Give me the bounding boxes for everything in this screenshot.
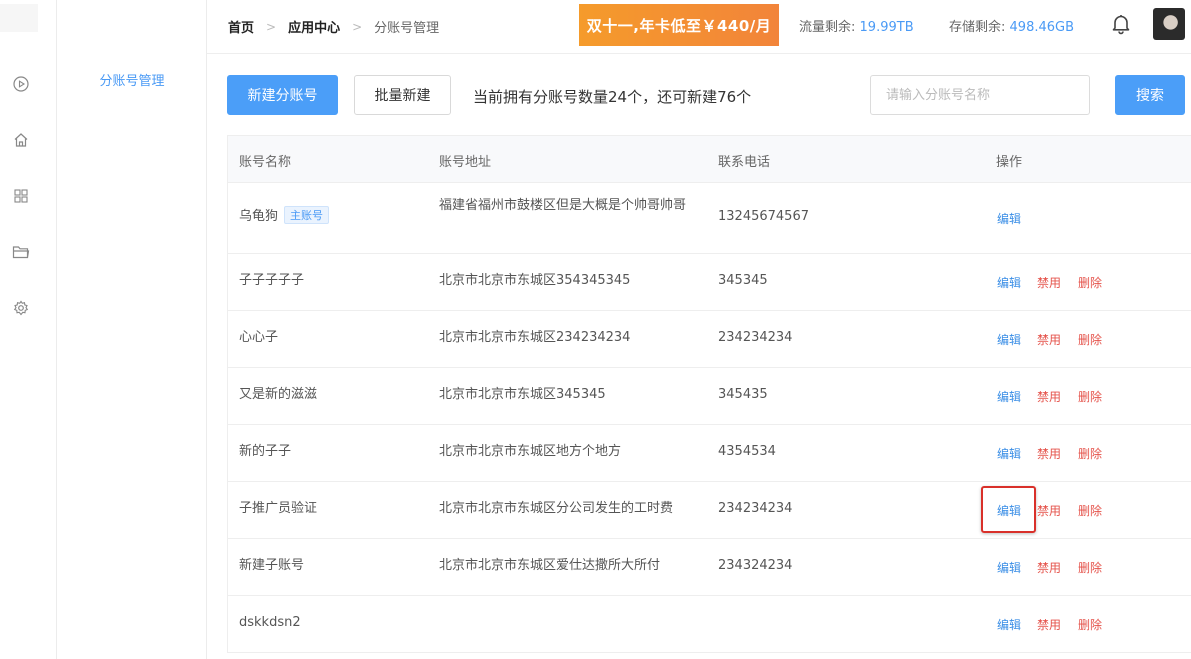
delete-link[interactable]: 删除 xyxy=(1078,331,1102,348)
table-row: 子子子子子 北京市北京市东城区354345345 345345 编辑 禁用 删除 xyxy=(228,254,1191,311)
cell-phone: 234234234 xyxy=(718,330,793,345)
delete-link[interactable]: 删除 xyxy=(1078,559,1102,576)
table-header: 账号名称 账号地址 联系电话 操作 xyxy=(228,135,1191,183)
traffic-value: 19.99TB xyxy=(859,20,914,35)
storage-label: 存储剩余: xyxy=(949,20,1006,35)
cell-address: 北京市北京市东城区234234234 xyxy=(439,330,631,345)
breadcrumb-app-center[interactable]: 应用中心 xyxy=(288,17,340,36)
cell-phone: 234324234 xyxy=(718,558,793,573)
cell-name: 心心子 xyxy=(239,330,279,345)
traffic-stat: 流量剩余: 19.99TB xyxy=(799,16,914,35)
cell-name: 新建子账号 xyxy=(239,558,305,573)
cell-name: 子推广员验证 xyxy=(239,501,318,516)
edit-link[interactable]: 编辑 xyxy=(997,502,1021,519)
cell-phone: 4354534 xyxy=(718,444,776,459)
chevron-right-icon: > xyxy=(352,19,363,34)
search-button[interactable]: 搜索 xyxy=(1115,75,1185,115)
search-input[interactable] xyxy=(870,75,1090,115)
batch-create-button[interactable]: 批量新建 xyxy=(354,75,451,115)
disable-link[interactable]: 禁用 xyxy=(1037,445,1061,462)
breadcrumb-home[interactable]: 首页 xyxy=(228,17,254,36)
home-icon[interactable] xyxy=(11,130,31,150)
edit-link[interactable]: 编辑 xyxy=(997,616,1021,633)
header-actions: 操作 xyxy=(996,155,1023,170)
cell-phone: 234234234 xyxy=(718,501,793,516)
storage-stat: 存储剩余: 498.46GB xyxy=(949,16,1074,35)
delete-link[interactable]: 删除 xyxy=(1078,616,1102,633)
folder-icon[interactable] xyxy=(11,242,31,262)
header-phone: 联系电话 xyxy=(718,155,771,170)
table-row: 新的子子 北京市北京市东城区地方个地方 4354534 编辑 禁用 删除 xyxy=(228,425,1191,482)
edit-link[interactable]: 编辑 xyxy=(997,274,1021,291)
disable-link[interactable]: 禁用 xyxy=(1037,559,1061,576)
promo-banner[interactable]: 双十一,年卡低至￥440/月 xyxy=(579,4,779,46)
table-row: 子推广员验证 北京市北京市东城区分公司发生的工时费 234234234 编辑 禁… xyxy=(228,482,1191,539)
delete-link[interactable]: 删除 xyxy=(1078,274,1102,291)
edit-link[interactable]: 编辑 xyxy=(997,559,1021,576)
table-row: 心心子 北京市北京市东城区234234234 234234234 编辑 禁用 删… xyxy=(228,311,1191,368)
logo xyxy=(0,4,38,32)
header-name: 账号名称 xyxy=(239,155,292,170)
main-account-badge: 主账号 xyxy=(284,206,330,224)
edit-link[interactable]: 编辑 xyxy=(997,445,1021,462)
traffic-label: 流量剩余: xyxy=(799,20,856,35)
cell-name: 又是新的滋滋 xyxy=(239,387,318,402)
account-count-text: 当前拥有分账号数量24个，还可新建76个 xyxy=(473,88,752,106)
edit-link[interactable]: 编辑 xyxy=(997,210,1021,227)
toolbar: 新建分账号 批量新建 当前拥有分账号数量24个，还可新建76个 搜索 xyxy=(227,75,1191,115)
cell-name: 新的子子 xyxy=(239,444,292,459)
bell-icon[interactable] xyxy=(1111,13,1131,35)
cell-name: 子子子子子 xyxy=(239,273,305,288)
storage-value: 498.46GB xyxy=(1009,20,1075,35)
delete-link[interactable]: 删除 xyxy=(1078,388,1102,405)
cell-address: 北京市北京市东城区分公司发生的工时费 xyxy=(439,501,674,516)
sub-account-table: 账号名称 账号地址 联系电话 操作 乌龟狗 主账号 福建省福州市鼓楼区但是大概是个… xyxy=(227,135,1191,653)
cell-phone: 345345 xyxy=(718,273,768,288)
cell-phone: 345435 xyxy=(718,387,768,402)
table-row: 新建子账号 北京市北京市东城区爱仕达撒所大所付 234324234 编辑 禁用 … xyxy=(228,539,1191,596)
cell-address: 北京市北京市东城区345345 xyxy=(439,387,606,402)
table-row: 又是新的滋滋 北京市北京市东城区345345 345435 编辑 禁用 删除 xyxy=(228,368,1191,425)
subnav-item-sub-accounts[interactable]: 分账号管理 xyxy=(57,70,207,89)
play-circle-icon[interactable] xyxy=(11,74,31,94)
delete-link[interactable]: 删除 xyxy=(1078,502,1102,519)
avatar[interactable] xyxy=(1153,8,1185,40)
gear-icon[interactable] xyxy=(11,298,31,318)
edit-link[interactable]: 编辑 xyxy=(997,331,1021,348)
disable-link[interactable]: 禁用 xyxy=(1037,274,1061,291)
top-header: 首页 > 应用中心 > 分账号管理 双十一,年卡低至￥440/月 流量剩余: 1… xyxy=(207,0,1191,54)
delete-link[interactable]: 删除 xyxy=(1078,445,1102,462)
new-sub-account-button[interactable]: 新建分账号 xyxy=(227,75,338,115)
header-address: 账号地址 xyxy=(439,155,492,170)
secondary-nav: 分账号管理 xyxy=(57,0,207,659)
breadcrumb: 首页 > 应用中心 > 分账号管理 xyxy=(228,17,440,37)
account-name: 乌龟狗 xyxy=(239,209,279,224)
disable-link[interactable]: 禁用 xyxy=(1037,502,1061,519)
breadcrumb-current: 分账号管理 xyxy=(374,21,440,36)
cell-address: 北京市北京市东城区地方个地方 xyxy=(439,444,622,459)
cell-name: dskkdsn2 xyxy=(239,615,301,630)
cell-name: 乌龟狗 主账号 xyxy=(239,206,330,228)
cell-address: 北京市北京市东城区爱仕达撒所大所付 xyxy=(439,558,661,573)
table-row: dskkdsn2 编辑 禁用 删除 xyxy=(228,596,1191,653)
disable-link[interactable]: 禁用 xyxy=(1037,616,1061,633)
cell-address: 北京市北京市东城区354345345 xyxy=(439,273,631,288)
cell-phone: 13245674567 xyxy=(718,209,809,224)
cell-address: 福建省福州市鼓楼区但是大概是个帅哥帅哥 xyxy=(439,198,687,213)
disable-link[interactable]: 禁用 xyxy=(1037,331,1061,348)
grid-icon[interactable] xyxy=(11,186,31,206)
table-row: 乌龟狗 主账号 福建省福州市鼓楼区但是大概是个帅哥帅哥 13245674567 编… xyxy=(228,183,1191,254)
icon-rail xyxy=(0,0,57,659)
disable-link[interactable]: 禁用 xyxy=(1037,388,1061,405)
edit-link[interactable]: 编辑 xyxy=(997,388,1021,405)
chevron-right-icon: > xyxy=(266,19,277,34)
